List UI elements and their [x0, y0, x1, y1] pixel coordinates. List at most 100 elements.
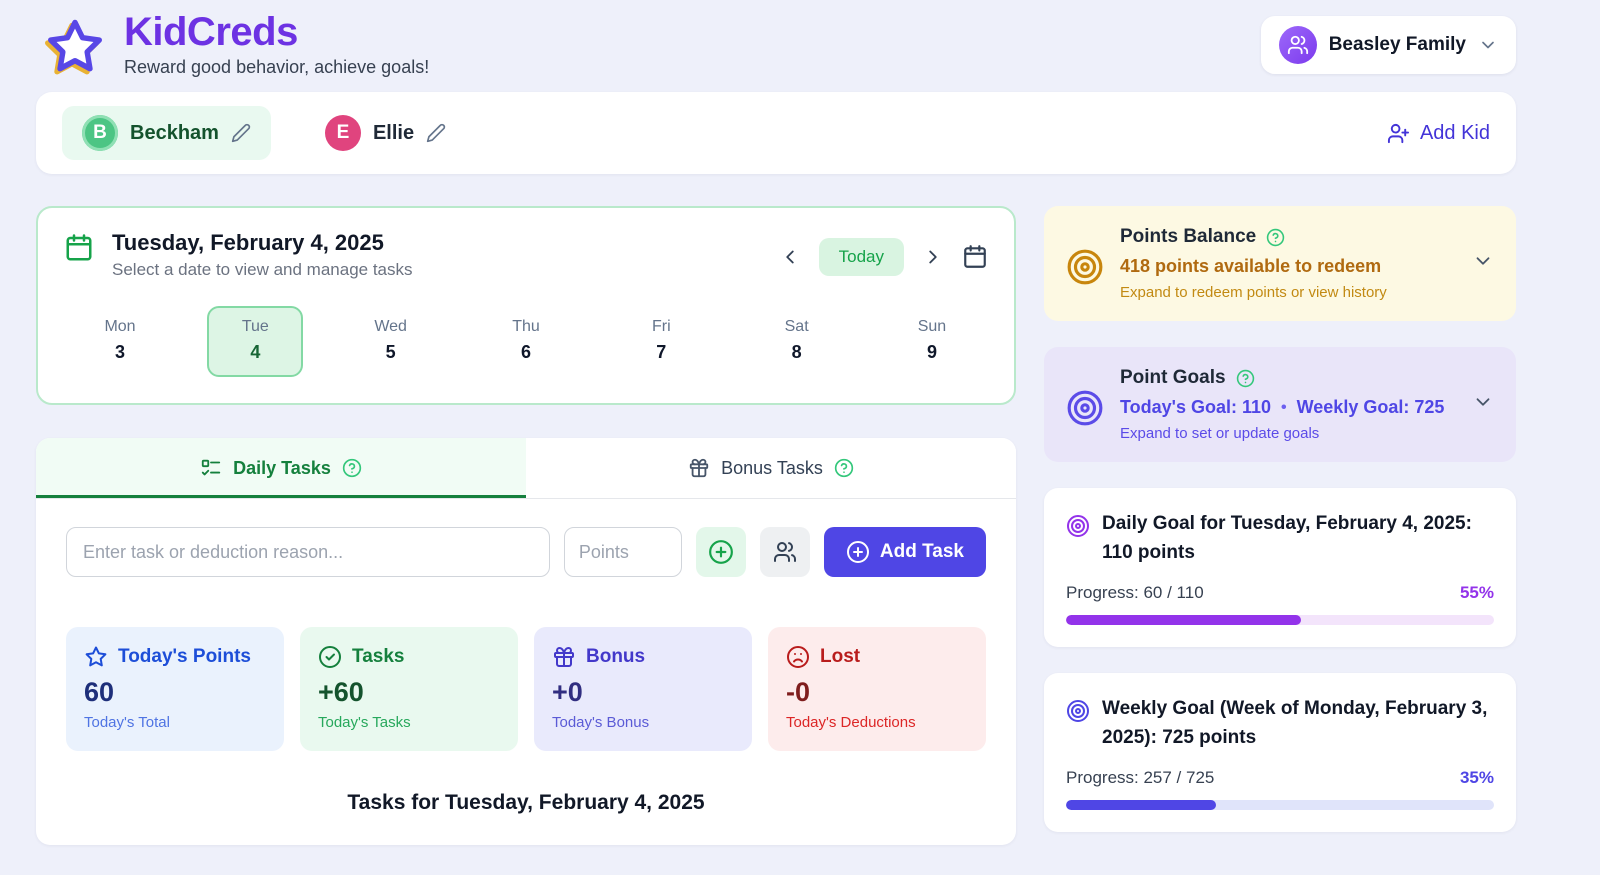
kid-avatar: B: [82, 115, 118, 151]
separator-dot: •: [1281, 398, 1287, 416]
today-button[interactable]: Today: [818, 238, 904, 276]
stat-value: +0: [552, 677, 583, 707]
stat-bonus: Bonus +0 Today's Bonus: [534, 627, 752, 751]
date-subtitle: Select a date to view and manage tasks: [112, 260, 413, 279]
open-calendar-button[interactable]: [962, 244, 988, 270]
calendar-icon: [964, 245, 986, 268]
selected-date-title: Tuesday, February 4, 2025: [112, 230, 384, 255]
right-sidebar: Points Balance 418 points available to r…: [1044, 206, 1516, 845]
users-icon: [1287, 35, 1308, 55]
date-title-block: Tuesday, February 4, 2025 Select a date …: [112, 230, 413, 280]
target-icon: [1066, 248, 1104, 301]
app-tagline: Reward good behavior, achieve goals!: [124, 57, 430, 77]
family-switcher[interactable]: Beasley Family: [1260, 16, 1516, 74]
date-picker-card: Tuesday, February 4, 2025 Select a date …: [36, 206, 1016, 405]
star-logo-icon: [44, 16, 106, 78]
points-balance-card[interactable]: Points Balance 418 points available to r…: [1044, 206, 1516, 321]
points-balance-summary: 418 points available to redeem: [1120, 256, 1382, 276]
stat-value: +60: [318, 677, 364, 707]
kidcreds-app: KidCreds Reward good behavior, achieve g…: [0, 0, 1600, 845]
main-content: Tuesday, February 4, 2025 Select a date …: [36, 206, 1516, 845]
app-title-block: KidCreds Reward good behavior, achieve g…: [124, 10, 429, 78]
help-circle-icon[interactable]: [1266, 228, 1285, 247]
help-circle-icon[interactable]: [342, 458, 362, 478]
week-day-strip: Mon 3 Tue 4 Wed 5 Thu 6 Fri 7 Sat 8 Sun …: [64, 306, 988, 377]
kids-bar: B Beckham E Ellie Add Kid: [36, 92, 1516, 174]
point-goals-hint: Expand to set or update goals: [1120, 425, 1320, 442]
family-avatar: [1278, 26, 1317, 64]
target-icon: [1066, 389, 1104, 442]
daily-stats: Today's Points 60 Today's Total Tasks +6…: [36, 577, 1016, 751]
day-cell-sat[interactable]: Sat 8: [749, 306, 845, 377]
chevron-down-icon: [1482, 41, 1494, 49]
weekly-goal-value: Weekly Goal: 725: [1296, 397, 1445, 417]
tab-bonus-tasks[interactable]: Bonus Tasks: [526, 438, 1016, 498]
weekly-goal-progress-bar: [1066, 800, 1494, 810]
app-logo: KidCreds Reward good behavior, achieve g…: [36, 10, 429, 78]
stat-value: -0: [786, 677, 811, 707]
calendar-icon: [64, 233, 94, 268]
prev-day-button[interactable]: [777, 244, 803, 270]
kid-tab-ellie[interactable]: E Ellie: [305, 106, 466, 160]
weekly-goal-progress-label: Progress: 257 / 725: [1066, 768, 1215, 787]
daily-goal-card: Daily Goal for Tuesday, February 4, 2025…: [1044, 488, 1516, 647]
tab-daily-tasks[interactable]: Daily Tasks: [36, 438, 526, 498]
kid-tab-beckham[interactable]: B Beckham: [62, 106, 271, 160]
plus-circle-icon: [846, 541, 869, 563]
day-cell-thu[interactable]: Thu 6: [478, 306, 574, 377]
chevron-down-icon[interactable]: [1472, 391, 1494, 418]
day-cell-sun[interactable]: Sun 9: [884, 306, 980, 377]
plus-circle-icon: [708, 540, 733, 564]
help-circle-icon[interactable]: [1236, 369, 1255, 388]
stat-todays-points: Today's Points 60 Today's Total: [66, 627, 284, 751]
next-day-button[interactable]: [920, 244, 946, 270]
frown-icon: [787, 646, 809, 668]
day-cell-fri[interactable]: Fri 7: [613, 306, 709, 377]
add-kid-button[interactable]: Add Kid: [1387, 122, 1490, 145]
stat-value: 60: [84, 677, 115, 707]
target-icon: [1066, 514, 1090, 567]
task-tabs: Daily Tasks Bonus Tasks: [36, 438, 1016, 499]
family-name: Beasley Family: [1328, 34, 1466, 55]
task-reason-input[interactable]: [66, 527, 550, 577]
stat-caption: Today's Deductions: [786, 714, 916, 731]
assign-kids-button[interactable]: [759, 527, 810, 577]
day-cell-mon[interactable]: Mon 3: [72, 306, 168, 377]
chevron-right-icon: [929, 250, 937, 264]
tab-label: Daily Tasks: [233, 457, 331, 478]
point-goals-card[interactable]: Point Goals Today's Goal: 110 • Weekly G…: [1044, 347, 1516, 462]
stat-label: Tasks: [352, 646, 405, 667]
daily-goal-progress-label: Progress: 60 / 110: [1066, 583, 1204, 602]
weekly-goal-progress-fill: [1066, 800, 1216, 810]
stat-label: Today's Points: [118, 646, 251, 667]
gift-icon: [554, 647, 574, 667]
weekly-goal-percent: 35%: [1459, 768, 1494, 787]
daily-goal-progress-fill: [1066, 615, 1302, 625]
star-icon: [85, 646, 107, 667]
add-kid-label: Add Kid: [1419, 121, 1490, 144]
tasks-list-heading: Tasks for Tuesday, February 4, 2025: [347, 791, 705, 814]
weekly-goal-title: Weekly Goal (Week of Monday, February 3,…: [1102, 698, 1488, 748]
tab-label: Bonus Tasks: [721, 457, 823, 478]
chevron-down-icon[interactable]: [1472, 250, 1494, 277]
quick-add-button[interactable]: [695, 527, 746, 577]
check-circle-icon: [319, 646, 341, 668]
stat-label: Lost: [820, 646, 861, 667]
help-circle-icon[interactable]: [834, 458, 854, 478]
pencil-icon[interactable]: [426, 123, 446, 143]
chevron-left-icon: [785, 250, 794, 264]
users-icon: [773, 542, 796, 562]
points-balance-hint: Expand to redeem points or view history: [1120, 284, 1387, 301]
day-cell-tue-selected[interactable]: Tue 4: [207, 306, 304, 377]
daily-goal-progress-bar: [1066, 615, 1494, 625]
weekly-goal-card: Weekly Goal (Week of Monday, February 3,…: [1044, 673, 1516, 832]
app-header: KidCreds Reward good behavior, achieve g…: [36, 10, 1516, 78]
pencil-icon[interactable]: [231, 123, 251, 143]
daily-goal-title: Daily Goal for Tuesday, February 4, 2025…: [1102, 513, 1472, 563]
add-task-form: Add Task: [36, 499, 1016, 577]
points-input[interactable]: [563, 527, 682, 577]
day-cell-wed[interactable]: Wed 5: [343, 306, 439, 377]
tasks-panel: Daily Tasks Bonus Tasks Enter task or de…: [36, 438, 1016, 845]
add-task-button[interactable]: Add Task: [823, 527, 986, 577]
add-task-label: Add Task: [879, 541, 964, 562]
